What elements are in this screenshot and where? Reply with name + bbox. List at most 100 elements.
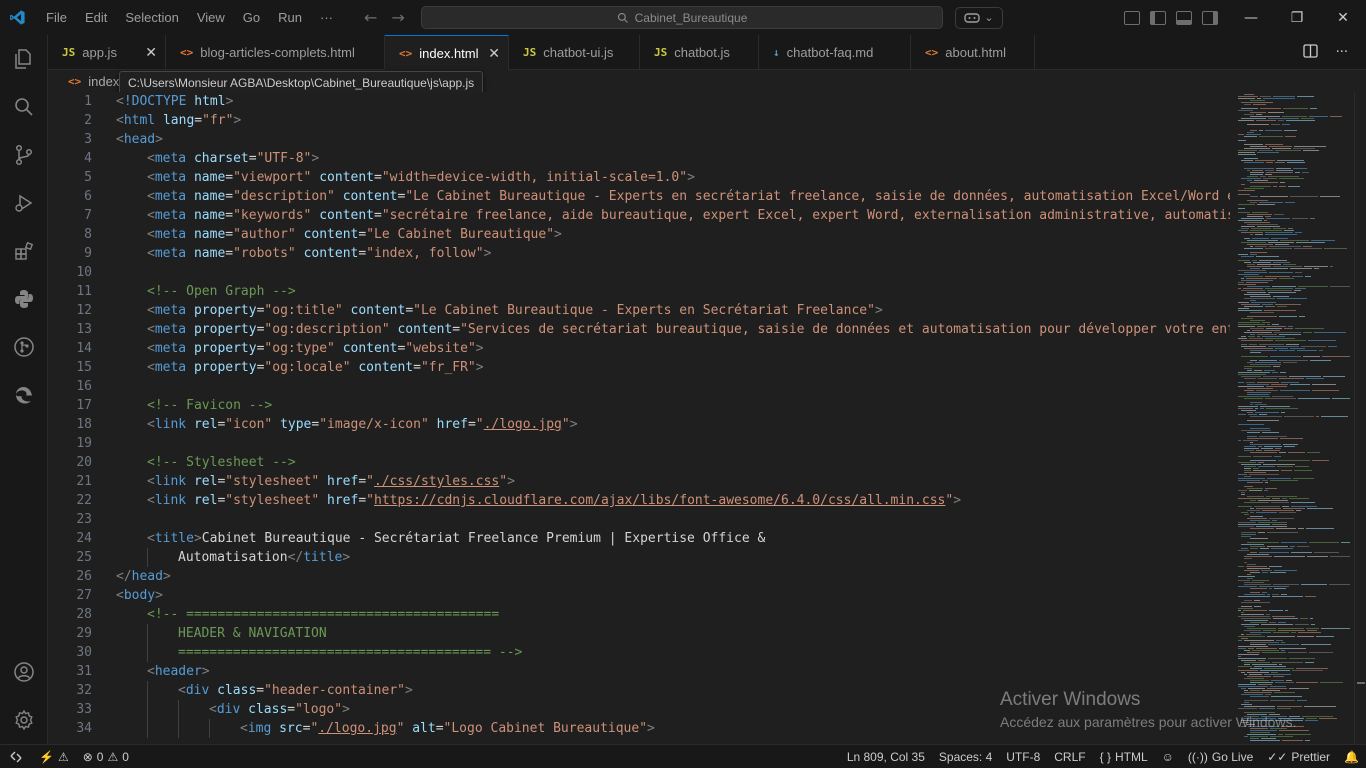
code-line[interactable]: <html lang="fr">: [116, 111, 1230, 130]
remote-icon[interactable]: [0, 745, 32, 768]
port-forward-status[interactable]: ⚡ ⚠: [32, 745, 76, 768]
code-line[interactable]: <meta name="keywords" content="secrétair…: [116, 206, 1230, 225]
tab-index-html[interactable]: <> index.html ✕: [385, 35, 509, 70]
source-control-icon[interactable]: [0, 131, 48, 179]
python-icon[interactable]: [0, 275, 48, 323]
code-line[interactable]: HEADER & NAVIGATION: [116, 624, 1230, 643]
code-line[interactable]: <head>: [116, 130, 1230, 149]
minimap-line: [1238, 616, 1270, 617]
close-icon[interactable]: ✕: [488, 45, 500, 62]
code-lines[interactable]: <!DOCTYPE html> <html lang="fr"> <head> <me…: [116, 92, 1230, 738]
search-icon[interactable]: [0, 83, 48, 131]
end-of-line[interactable]: CRLF: [1047, 745, 1092, 768]
minimap-line: [1250, 182, 1278, 183]
code-line[interactable]: <link rel="stylesheet" href="./css/style…: [116, 472, 1230, 491]
split-editor-icon[interactable]: [1302, 43, 1318, 62]
code-line[interactable]: <meta name="viewport" content="width=dev…: [116, 168, 1230, 187]
code-line[interactable]: Automatisation</title>: [116, 548, 1230, 567]
go-live-button[interactable]: ((·)) Go Live: [1181, 745, 1260, 768]
cursor-position[interactable]: Ln 809, Col 35: [840, 745, 932, 768]
code-line[interactable]: <meta property="og:type" content="websit…: [116, 339, 1230, 358]
tab-about-html[interactable]: <> about.html: [911, 35, 1035, 70]
code-token: content: [342, 189, 398, 204]
code-line[interactable]: <meta property="og:locale" content="fr_F…: [116, 358, 1230, 377]
code-line[interactable]: <title>Cabinet Bureautique - Secrétariat…: [116, 529, 1230, 548]
toggle-primary-sidebar-icon[interactable]: [1150, 10, 1166, 25]
minimap[interactable]: [1230, 92, 1354, 744]
menu-selection[interactable]: Selection: [116, 0, 187, 35]
close-icon[interactable]: ✕: [1320, 0, 1366, 35]
code-token: ./logo.jpg: [483, 417, 562, 432]
code-line[interactable]: </head>: [116, 567, 1230, 586]
problems-status[interactable]: ⊗ 0 ⚠ 0: [76, 745, 136, 768]
code-editor[interactable]: 1 2 3 4 5 6 7 8 9 10 11 12 13 14 15 16 17 18 19 20 21 22 23 24 2…: [48, 92, 1230, 744]
close-icon[interactable]: ✕: [145, 44, 157, 61]
edge-devtools-icon[interactable]: [0, 371, 48, 419]
tab-chatbot-faq-md[interactable]: ↓ chatbot-faq.md: [759, 35, 911, 70]
notifications-bell-icon[interactable]: 🔔: [1337, 745, 1366, 768]
explorer-icon[interactable]: [0, 35, 48, 83]
code-line[interactable]: <meta name="robots" content="index, foll…: [116, 244, 1230, 263]
run-and-debug-icon[interactable]: [0, 179, 48, 227]
minimap-line: [1305, 662, 1314, 663]
code-line[interactable]: [116, 434, 1230, 453]
tab-app-js[interactable]: JS app.js ✕: [48, 35, 166, 70]
arrow-back-icon[interactable]: ←: [364, 8, 377, 27]
menu-more[interactable]: ···: [311, 0, 342, 35]
code-line[interactable]: <link rel="icon" type="image/x-icon" hre…: [116, 415, 1230, 434]
code-line[interactable]: <header>: [116, 662, 1230, 681]
menu-file[interactable]: File: [37, 0, 76, 35]
code-line[interactable]: ========================================…: [116, 643, 1230, 662]
more-actions-icon[interactable]: ···: [1336, 45, 1348, 60]
language-mode[interactable]: { } HTML: [1093, 745, 1155, 768]
code-line[interactable]: <body>: [116, 586, 1230, 605]
code-line[interactable]: [116, 263, 1230, 282]
minimap-line: [1244, 136, 1257, 137]
toggle-secondary-sidebar-icon[interactable]: [1202, 10, 1218, 25]
arrow-forward-icon[interactable]: →: [391, 8, 404, 27]
menu-view[interactable]: View: [188, 0, 234, 35]
code-line[interactable]: <!DOCTYPE html>: [116, 92, 1230, 111]
code-line[interactable]: <meta property="og:description" content=…: [116, 320, 1230, 339]
toggle-panel-icon[interactable]: [1176, 10, 1192, 25]
menu-go[interactable]: Go: [234, 0, 269, 35]
prettier-status[interactable]: ✓✓ Prettier: [1260, 745, 1337, 768]
tab-chatbot-js[interactable]: JS chatbot.js: [640, 35, 759, 70]
tab-chatbot-ui-js[interactable]: JS chatbot-ui.js: [509, 35, 640, 70]
menu-run[interactable]: Run: [269, 0, 311, 35]
git-graph-icon[interactable]: [0, 323, 48, 371]
customize-layout-icon[interactable]: [1124, 10, 1140, 25]
gear-icon[interactable]: [0, 696, 48, 744]
minimap-line: [1247, 676, 1271, 677]
code-line[interactable]: <meta name="author" content="Le Cabinet …: [116, 225, 1230, 244]
code-line[interactable]: <!-- Favicon -->: [116, 396, 1230, 415]
code-line[interactable]: [116, 510, 1230, 529]
indentation[interactable]: Spaces: 4: [932, 745, 999, 768]
restore-icon[interactable]: ❐: [1274, 0, 1320, 35]
vertical-scrollbar[interactable]: [1354, 92, 1366, 744]
extensions-icon[interactable]: [0, 227, 48, 275]
copilot-button[interactable]: ⌄: [955, 6, 1003, 29]
minimap-line: [1255, 408, 1258, 409]
minimap-line: [1272, 520, 1277, 521]
tab-blog-articles-complets-html[interactable]: <> blog-articles-complets.html: [166, 35, 385, 70]
minimap-line: [1247, 578, 1253, 579]
code-line[interactable]: <!-- ===================================…: [116, 605, 1230, 624]
code-line[interactable]: <!-- Stylesheet -->: [116, 453, 1230, 472]
code-token: "og:title": [264, 303, 343, 318]
error-icon: ⊗: [82, 749, 93, 764]
code-line[interactable]: [116, 377, 1230, 396]
code-line[interactable]: <meta charset="UTF-8">: [116, 149, 1230, 168]
breadcrumb-file[interactable]: index.: [88, 74, 123, 89]
code-line[interactable]: <link rel="stylesheet" href="https://cdn…: [116, 491, 1230, 510]
code-line[interactable]: <meta name="description" content="Le Cab…: [116, 187, 1230, 206]
code-line[interactable]: <meta property="og:title" content="Le Ca…: [116, 301, 1230, 320]
command-center-search[interactable]: Cabinet_Bureautique: [421, 6, 943, 29]
account-icon[interactable]: [0, 648, 48, 696]
code-token: "UTF-8": [256, 151, 312, 166]
encoding[interactable]: UTF-8: [999, 745, 1047, 768]
menu-edit[interactable]: Edit: [76, 0, 116, 35]
minimize-icon[interactable]: —: [1228, 0, 1274, 35]
copilot-status-icon[interactable]: ☺: [1155, 745, 1181, 768]
code-line[interactable]: <!-- Open Graph -->: [116, 282, 1230, 301]
